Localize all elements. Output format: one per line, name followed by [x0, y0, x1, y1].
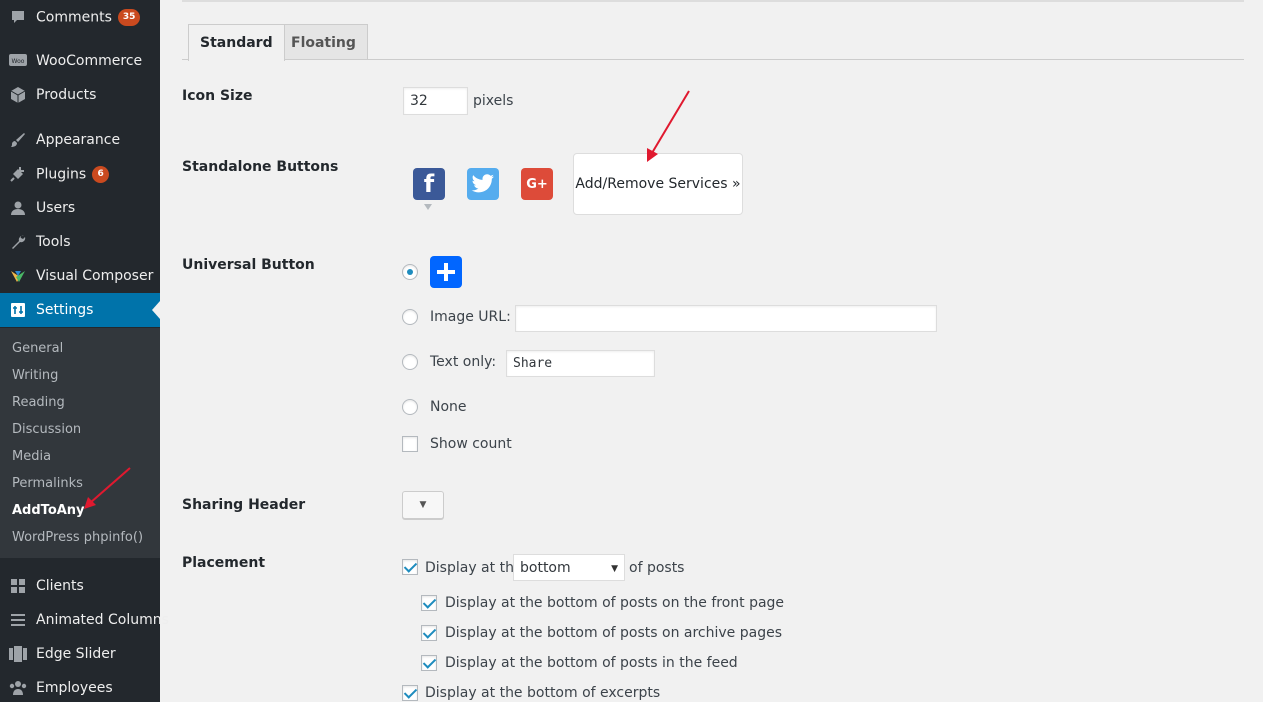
front-page-checkbox[interactable] [421, 595, 437, 611]
tab-divider [182, 59, 1244, 60]
menu-label: Plugins [36, 166, 87, 182]
text-only-radio[interactable] [402, 354, 418, 370]
position-select[interactable]: bottom ▼ [513, 554, 625, 581]
visual-composer-icon [9, 267, 27, 285]
excerpts-checkbox[interactable] [402, 685, 418, 701]
menu-visual-composer[interactable]: Visual Composer [0, 259, 160, 293]
menu-comments[interactable]: Comments 35 [0, 0, 160, 34]
text-only-input[interactable]: Share [506, 350, 655, 377]
menu-label: Animated Columns [36, 612, 169, 628]
menu-products[interactable]: Products [0, 78, 160, 112]
submenu-writing[interactable]: Writing [12, 368, 58, 383]
text-only-label: Text only: [430, 354, 497, 370]
none-radio[interactable] [402, 399, 418, 415]
menu-label: Settings [36, 302, 94, 318]
admin-sidebar: Comments 35 Woo WooCommerce Products Appe… [0, 0, 169, 702]
feed-checkbox[interactable] [421, 655, 437, 671]
submenu-addtoany[interactable]: AddToAny [12, 503, 85, 518]
menu-tools[interactable]: Tools [0, 225, 160, 259]
submenu-permalinks[interactable]: Permalinks [12, 476, 83, 491]
slider-icon [9, 645, 27, 663]
menu-label: Employees [36, 680, 113, 696]
icon-size-unit: pixels [473, 93, 514, 109]
plus-icon[interactable] [430, 256, 462, 288]
none-label: None [430, 399, 467, 415]
position-select-value: bottom [520, 559, 571, 576]
settings-submenu: General Writing Reading Discussion Media… [0, 328, 160, 558]
settings-icon [9, 301, 27, 319]
menu-animated-columns[interactable]: Animated Columns [0, 603, 169, 637]
facebook-icon[interactable]: f [413, 168, 445, 200]
page-top-divider [182, 0, 1244, 2]
group-icon [9, 679, 27, 697]
comment-icon [9, 8, 27, 26]
add-remove-services-button[interactable]: Add/Remove Services » [573, 153, 743, 215]
submenu-general[interactable]: General [12, 341, 63, 356]
drag-caret-icon [424, 204, 432, 210]
display-suffix-text: of posts [629, 560, 685, 576]
archive-pages-checkbox[interactable] [421, 625, 437, 641]
wrench-icon [9, 233, 27, 251]
menu-label: Appearance [36, 132, 121, 148]
placement-label: Placement [182, 555, 266, 571]
submenu-phpinfo[interactable]: WordPress phpinfo() [12, 530, 143, 545]
show-count-checkbox[interactable] [402, 436, 418, 452]
active-menu-arrow [152, 301, 160, 319]
display-prefix-text: Display at the [425, 560, 523, 576]
menu-label: Visual Composer [36, 268, 154, 284]
image-url-input[interactable] [515, 305, 937, 332]
plugin-icon [9, 165, 27, 183]
menu-clients[interactable]: Clients [0, 569, 160, 603]
front-page-label: Display at the bottom of posts on the fr… [445, 595, 785, 611]
menu-settings[interactable]: Settings [0, 293, 160, 327]
universal-icon-radio[interactable] [402, 264, 418, 280]
archive-pages-label: Display at the bottom of posts on archiv… [445, 625, 782, 641]
tab-floating[interactable]: Floating [279, 24, 368, 60]
box-icon [9, 86, 27, 104]
list-icon [9, 611, 27, 629]
menu-label: Clients [36, 578, 84, 594]
paintbrush-icon [9, 131, 27, 149]
icon-size-label: Icon Size [182, 88, 253, 104]
svg-text:Woo: Woo [12, 58, 25, 65]
user-icon [9, 199, 27, 217]
comments-count-badge: 35 [117, 8, 141, 26]
tab-standard[interactable]: Standard [188, 24, 285, 61]
menu-label: Users [36, 200, 76, 216]
excerpts-label: Display at the bottom of excerpts [425, 685, 661, 701]
chevron-down-icon: ▼ [419, 500, 427, 510]
menu-edge-slider[interactable]: Edge Slider [0, 637, 160, 671]
menu-label: Comments [36, 9, 112, 25]
grid-icon [9, 577, 27, 595]
menu-label: Products [36, 87, 97, 103]
menu-plugins[interactable]: Plugins 6 [0, 157, 160, 191]
icon-size-input[interactable]: 32 [403, 87, 468, 115]
feed-label: Display at the bottom of posts in the fe… [445, 655, 738, 671]
menu-users[interactable]: Users [0, 191, 160, 225]
menu-label: Tools [36, 234, 71, 250]
menu-appearance[interactable]: Appearance [0, 123, 160, 157]
submenu-media[interactable]: Media [12, 449, 51, 464]
menu-woocommerce[interactable]: Woo WooCommerce [0, 44, 160, 78]
plugins-update-badge: 6 [92, 165, 110, 183]
display-posts-checkbox[interactable] [402, 559, 418, 575]
submenu-discussion[interactable]: Discussion [12, 422, 81, 437]
twitter-icon[interactable] [467, 168, 499, 200]
woocommerce-icon: Woo [9, 52, 27, 70]
sharing-header-dropdown-button[interactable]: ▼ [402, 491, 444, 519]
menu-label: Edge Slider [36, 646, 116, 662]
image-url-radio[interactable] [402, 309, 418, 325]
submenu-reading[interactable]: Reading [12, 395, 65, 410]
standalone-buttons-label: Standalone Buttons [182, 159, 339, 175]
chevron-down-icon: ▼ [611, 564, 618, 574]
menu-label: WooCommerce [36, 53, 143, 69]
universal-button-label: Universal Button [182, 257, 315, 273]
menu-employees[interactable]: Employees [0, 671, 160, 702]
google-plus-icon[interactable]: G+ [521, 168, 553, 200]
image-url-label: Image URL: [430, 309, 511, 325]
sharing-header-label: Sharing Header [182, 497, 306, 513]
show-count-label: Show count [430, 436, 512, 452]
